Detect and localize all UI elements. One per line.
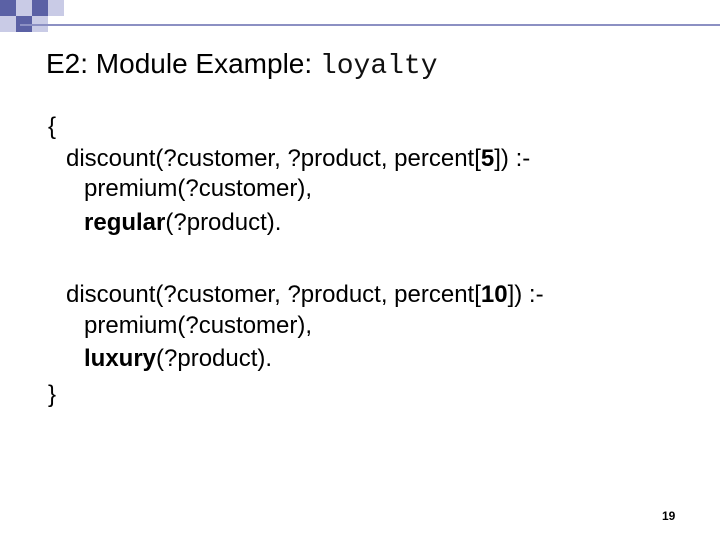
header-rule-line (20, 24, 720, 26)
deco-square (48, 0, 64, 16)
close-brace: } (48, 381, 57, 408)
title-text: E2: Module Example: (46, 48, 320, 79)
rule-head-suffix: ]) :- (507, 281, 544, 308)
rule-1-head: discount(?customer, ?product, percent[5]… (66, 144, 530, 174)
deco-square (16, 0, 32, 16)
product-arg: (?product). (156, 345, 273, 372)
rule-percent-value: 5 (480, 145, 495, 172)
deco-square (32, 0, 48, 16)
rule-1-body-product: regular(?product). (84, 208, 281, 238)
title-module-name: loyalty (319, 51, 438, 82)
product-arg: (?product). (165, 209, 282, 236)
open-brace: { (48, 113, 57, 140)
rule-1-body-premium: premium(?customer), (84, 175, 313, 202)
page-number: 19 (662, 509, 676, 523)
deco-square (0, 16, 16, 32)
rule-head-suffix: ]) :- (494, 145, 531, 172)
rule-2-body-premium: premium(?customer), (84, 312, 313, 339)
rule-percent-value: 10 (480, 281, 508, 308)
rule-head-text: discount(?customer, ?product, percent[ (66, 281, 481, 308)
rule-2-head: discount(?customer, ?product, percent[10… (66, 280, 544, 310)
slide-title: E2: Module Example: loyalty (46, 44, 438, 87)
rule-head-text: discount(?customer, ?product, percent[ (66, 145, 481, 172)
deco-square (0, 0, 16, 16)
slide: E2: Module Example: loyalty { discount(?… (0, 0, 720, 540)
corner-decoration (0, 0, 720, 40)
rule-2-body-product: luxury(?product). (84, 344, 272, 374)
product-class: luxury (84, 345, 157, 372)
product-class: regular (84, 209, 166, 236)
